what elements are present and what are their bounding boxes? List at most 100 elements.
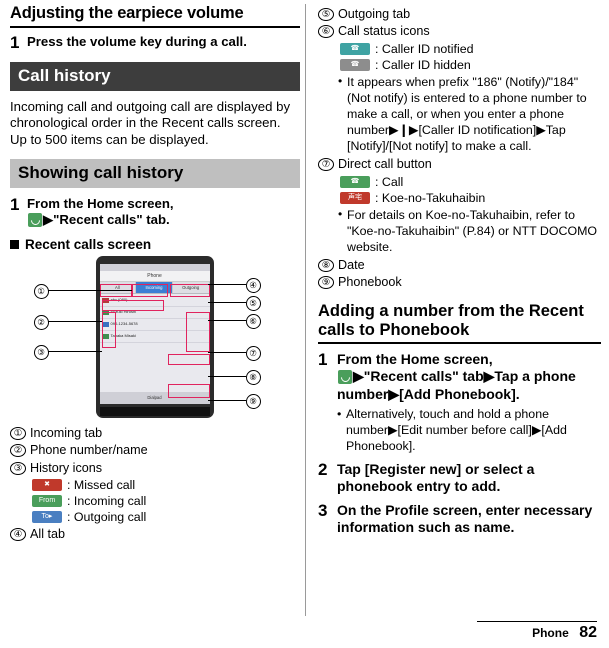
legend-item-1: ① Incoming tab bbox=[10, 425, 300, 441]
legend-label: Phonebook bbox=[338, 275, 402, 290]
callout-6: ⑥ bbox=[245, 313, 261, 329]
history-icon-label: : Incoming call bbox=[67, 493, 147, 508]
step-number: 3 bbox=[318, 501, 328, 521]
step-text-post: ▶"Recent calls" tab▶Tap a phone number▶[… bbox=[337, 368, 576, 402]
legend-number: ⑦ bbox=[318, 158, 334, 172]
step-text: On the Profile screen, enter necessary i… bbox=[337, 502, 593, 536]
history-icon-outgoing: To▸ : Outgoing call bbox=[32, 510, 300, 524]
intro-paragraph-2: Up to 500 items can be displayed. bbox=[10, 132, 209, 148]
step-text: Tap [Register new] or select a phonebook… bbox=[337, 461, 535, 495]
outgoing-call-icon: To▸ bbox=[32, 510, 62, 523]
step-text-post: ▶"Recent calls" tab. bbox=[43, 211, 170, 227]
phone-icon bbox=[338, 370, 352, 385]
substep-text: Alternatively, touch and hold a phone nu… bbox=[346, 406, 567, 453]
banner-showing-call-history: Showing call history bbox=[10, 158, 300, 188]
status-icon-label: : Caller ID hidden bbox=[375, 57, 471, 72]
legend-number: ⑥ bbox=[318, 25, 334, 39]
legend-item-6: ⑥ Call status icons bbox=[318, 23, 601, 39]
intro-paragraph-1: Incoming call and outgoing call are disp… bbox=[10, 98, 291, 131]
callout-5: ⑤ bbox=[245, 295, 261, 311]
direct-icon-label: : Koe-no-Takuhaibin bbox=[375, 190, 486, 205]
callout-9: ⑨ bbox=[245, 393, 261, 409]
footer-rule bbox=[477, 621, 597, 622]
callout-3: ③ bbox=[33, 344, 49, 360]
leader-line-4 bbox=[207, 283, 246, 285]
legend-label: All tab bbox=[30, 526, 66, 541]
history-icon-label: : Missed call bbox=[67, 477, 136, 492]
callout-1: ① bbox=[33, 283, 49, 299]
bullet-dot-icon: • bbox=[337, 406, 342, 421]
right-column: ⑤ Outgoing tab ⑥ Call status icons ☎ : C… bbox=[318, 4, 601, 543]
legend-item-8: ⑧ Date bbox=[318, 257, 601, 273]
step-add-number-1: 1 From the Home screen, ▶"Recent calls" … bbox=[318, 351, 601, 454]
legend-number: ⑧ bbox=[318, 259, 334, 273]
bullet-dot-icon: • bbox=[338, 206, 343, 221]
leader-line-8 bbox=[207, 375, 246, 377]
step-add-number-3: 3 On the Profile screen, enter necessary… bbox=[318, 502, 601, 536]
step-text: From the Home screen, ▶"Recent calls" ta… bbox=[337, 351, 601, 454]
step-adjust-volume: 1 Press the volume key during a call. bbox=[10, 34, 300, 52]
recent-calls-screen-figure: Phone All Incoming Outgoing abc (080) Su… bbox=[28, 255, 283, 421]
direct-call-note: • For details on Koe-no-Takuhaibin, refe… bbox=[338, 207, 601, 255]
square-bullet-icon bbox=[10, 239, 19, 249]
legend-label: Outgoing tab bbox=[338, 7, 411, 21]
direct-call-icon-call: ☎ : Call bbox=[340, 175, 601, 189]
missed-call-icon: ✖ bbox=[32, 478, 62, 491]
section-heading-add-number: Adding a number from the Recent calls to… bbox=[318, 301, 584, 339]
section-heading-rule bbox=[318, 342, 601, 345]
step-number: 1 bbox=[10, 33, 20, 52]
highlight-outgoing-tab bbox=[169, 283, 210, 297]
legend-label: Direct call button bbox=[338, 157, 432, 172]
koe-no-takuhaibin-icon: 声宅 bbox=[340, 191, 370, 204]
leader-line-2 bbox=[47, 320, 102, 322]
legend-label: Call status icons bbox=[338, 24, 430, 39]
leader-line-7 bbox=[207, 351, 246, 353]
figure-legend-continued: ⑤ Outgoing tab ⑥ Call status icons ☎ : C… bbox=[318, 6, 601, 291]
page-number: 82 bbox=[579, 624, 597, 641]
leader-line-6 bbox=[207, 319, 246, 321]
leader-line-9 bbox=[207, 399, 246, 401]
history-icon-label: : Outgoing call bbox=[67, 509, 147, 524]
legend-item-4: ④ All tab bbox=[10, 526, 300, 542]
callout-4: ④ bbox=[245, 277, 261, 293]
subsection-label: Recent calls screen bbox=[25, 236, 152, 252]
highlight-date bbox=[167, 353, 210, 365]
leader-line-1 bbox=[47, 289, 132, 291]
history-icon-missed: ✖ : Missed call bbox=[32, 478, 300, 492]
incoming-call-icon: From bbox=[32, 494, 62, 507]
step-substep: • Alternatively, touch and hold a phone … bbox=[337, 406, 601, 454]
status-icon-caller-id-notified: ☎ : Caller ID notified bbox=[340, 42, 601, 56]
step-text-pre: From the Home screen, bbox=[27, 195, 174, 211]
legend-item-5: ⑤ Outgoing tab bbox=[318, 6, 601, 22]
step-text-pre: From the Home screen, bbox=[337, 351, 493, 368]
step-text: From the Home screen, ▶"Recent calls" ta… bbox=[27, 196, 300, 228]
leader-line-3 bbox=[47, 350, 102, 352]
column-divider bbox=[305, 4, 306, 616]
highlight-incoming-tab bbox=[131, 283, 168, 297]
step-number: 1 bbox=[318, 350, 328, 370]
highlight-phone-number bbox=[101, 299, 164, 311]
step-number: 2 bbox=[318, 460, 328, 479]
legend-item-2: ② Phone number/name bbox=[10, 442, 300, 458]
note-text: It appears when prefix "186" (Notify)/"1… bbox=[347, 74, 587, 154]
phone-nav-bar bbox=[99, 406, 210, 416]
legend-number: ⑤ bbox=[318, 8, 334, 21]
highlight-direct-call-button bbox=[185, 311, 210, 352]
status-icon-label: : Caller ID notified bbox=[375, 41, 474, 56]
callout-8: ⑧ bbox=[245, 369, 261, 385]
step-number: 1 bbox=[10, 194, 20, 214]
legend-number: ④ bbox=[10, 527, 26, 541]
legend-label: History icons bbox=[30, 460, 103, 475]
legend-number: ① bbox=[10, 426, 26, 440]
status-icon-note: • It appears when prefix "186" (Notify)/… bbox=[338, 74, 601, 155]
banner-call-history: Call history bbox=[10, 61, 300, 91]
highlight-history-icons bbox=[101, 311, 116, 348]
direct-call-icon-koe-no-takuhaibin: 声宅 : Koe-no-Takuhaibin bbox=[340, 191, 601, 205]
page-title: Adjusting the earpiece volume bbox=[10, 4, 244, 22]
call-icon: ☎ bbox=[340, 175, 370, 188]
step-showing-call-history: 1 From the Home screen, ▶"Recent calls" … bbox=[10, 194, 300, 228]
manual-page: Adjusting the earpiece volume 1 Press th… bbox=[0, 0, 609, 648]
legend-label: Phone number/name bbox=[30, 443, 148, 458]
subsection-recent-calls-screen: Recent calls screen bbox=[10, 237, 300, 252]
legend-label: Date bbox=[338, 258, 365, 273]
